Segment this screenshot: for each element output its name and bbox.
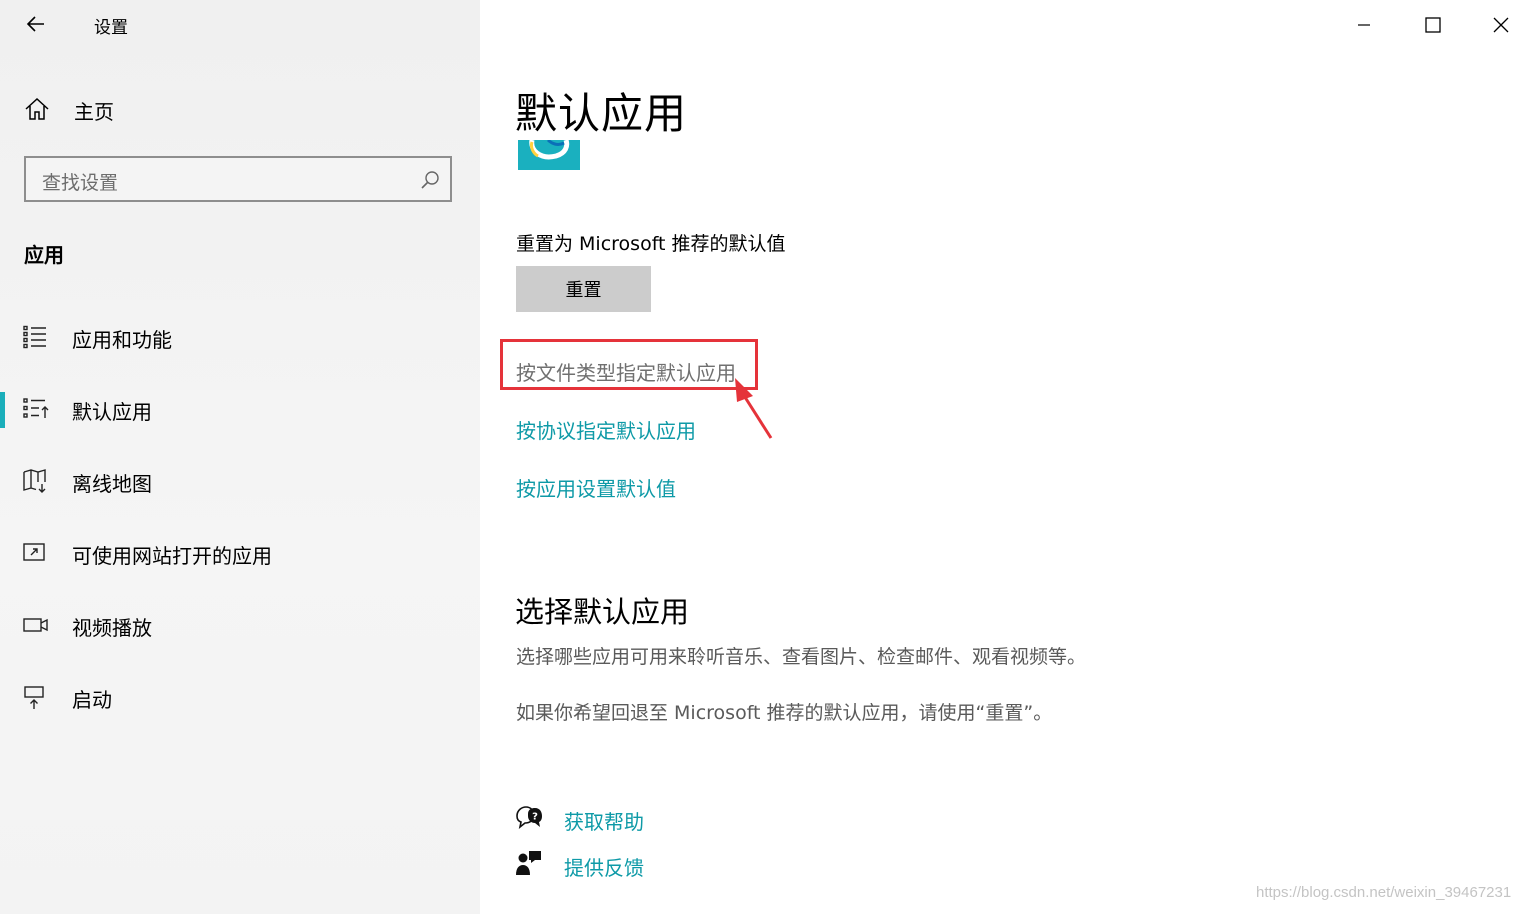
sidebar: 设置 主页 查找设置 应用 应用和功能 默认应用 离线地图 可使用网站打开的应用…	[0, 0, 480, 914]
back-button[interactable]	[18, 8, 54, 40]
apps-for-websites-icon	[22, 541, 48, 565]
sidebar-item-label: 离线地图	[72, 472, 152, 496]
give-feedback-label: 提供反馈	[564, 856, 644, 880]
sidebar-item-label: 应用和功能	[72, 328, 172, 352]
sidebar-section-heading: 应用	[24, 243, 64, 267]
svg-text:?: ?	[532, 812, 538, 823]
sidebar-item-label: 启动	[72, 688, 112, 712]
minimize-icon	[1358, 24, 1370, 26]
search-placeholder: 查找设置	[42, 172, 119, 194]
browser-icon	[518, 140, 580, 170]
back-arrow-icon	[26, 14, 46, 34]
sidebar-item-label: 默认应用	[72, 400, 152, 424]
sidebar-item-video-playback[interactable]: 视频播放	[0, 599, 480, 653]
page-title: 默认应用	[515, 89, 688, 138]
close-icon	[1493, 17, 1509, 33]
web-browser-app-button[interactable]	[518, 140, 580, 170]
sidebar-item-offline-maps[interactable]: 离线地图	[0, 455, 480, 509]
sidebar-item-home[interactable]: 主页	[24, 93, 324, 127]
minimize-button[interactable]	[1330, 0, 1398, 50]
choose-default-apps-heading: 选择默认应用	[515, 595, 690, 629]
sidebar-item-label: 视频播放	[72, 616, 152, 640]
give-feedback-link[interactable]: 提供反馈	[514, 850, 814, 882]
offline-maps-icon	[22, 469, 50, 493]
default-apps-icon	[22, 397, 50, 421]
startup-icon	[22, 685, 48, 711]
search-icon	[420, 170, 440, 190]
search-input[interactable]: 查找设置	[24, 156, 452, 202]
video-playback-icon	[22, 613, 50, 637]
apps-features-icon	[22, 325, 48, 349]
get-help-link[interactable]: ? 获取帮助	[514, 804, 814, 836]
annotation-highlight-box	[500, 339, 758, 390]
reset-description: 重置为 Microsoft 推荐的默认值	[516, 233, 786, 255]
choose-default-apps-description: 选择哪些应用可用来聆听音乐、查看图片、检查邮件、观看视频等。	[516, 646, 1087, 668]
link-default-apps-by-protocol[interactable]: 按协议指定默认应用	[516, 415, 696, 444]
reset-button[interactable]: 重置	[516, 266, 651, 312]
help-chat-icon: ?	[514, 804, 544, 832]
annotation-arrow-icon	[735, 378, 773, 439]
feedback-person-icon	[514, 850, 544, 878]
sidebar-item-label: 可使用网站打开的应用	[72, 544, 272, 568]
sidebar-item-startup[interactable]: 启动	[0, 671, 480, 725]
home-label: 主页	[74, 100, 114, 124]
close-button[interactable]	[1467, 0, 1535, 50]
maximize-button[interactable]	[1399, 0, 1467, 50]
selection-indicator	[0, 392, 5, 428]
sidebar-item-apps-for-websites[interactable]: 可使用网站打开的应用	[0, 527, 480, 581]
maximize-icon	[1425, 17, 1441, 33]
watermark: https://blog.csdn.net/weixin_39467231	[1256, 884, 1512, 901]
home-icon	[24, 97, 50, 121]
app-title: 设置	[94, 18, 128, 38]
sidebar-item-apps-features[interactable]: 应用和功能	[0, 311, 480, 365]
reset-hint-text: 如果你希望回退至 Microsoft 推荐的默认应用，请使用“重置”。	[516, 702, 1053, 724]
link-set-defaults-by-app[interactable]: 按应用设置默认值	[516, 473, 676, 502]
get-help-label: 获取帮助	[564, 810, 644, 834]
sidebar-item-default-apps[interactable]: 默认应用	[0, 383, 480, 437]
